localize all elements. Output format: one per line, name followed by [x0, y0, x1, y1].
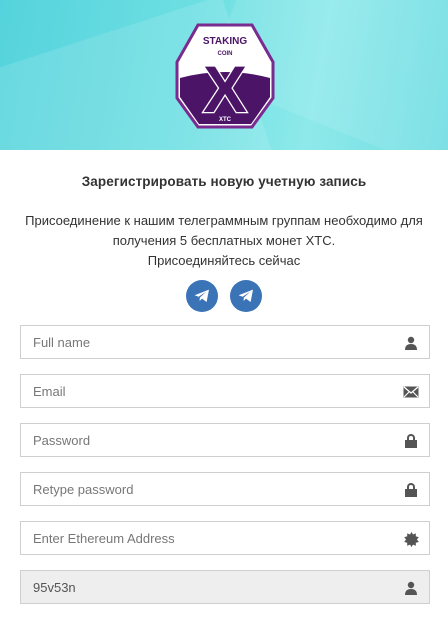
ethereum-address-field-wrapper — [20, 521, 430, 555]
logo-bottom-text: XTC — [219, 117, 232, 123]
user-icon — [403, 335, 419, 351]
staking-coin-logo: STAKING COIN X XTC — [175, 23, 275, 129]
referral-code-input — [21, 571, 429, 603]
email-field-wrapper — [20, 374, 430, 408]
telegram-icon — [194, 289, 209, 302]
referral-field-wrapper — [20, 570, 430, 604]
logo-top-text: STAKING — [203, 36, 247, 47]
telegram-icon — [238, 289, 253, 302]
register-section: Зарегистрировать новую учетную запись Пр… — [0, 174, 448, 312]
retype-password-field-wrapper — [20, 472, 430, 506]
fullname-input[interactable] — [21, 326, 429, 358]
fullname-field-wrapper — [20, 325, 430, 359]
email-input[interactable] — [21, 375, 429, 407]
certificate-icon — [403, 531, 419, 547]
password-field-wrapper — [20, 423, 430, 457]
retype-password-input[interactable] — [21, 473, 429, 505]
logo-big-letter: X — [203, 52, 247, 126]
user-icon — [403, 580, 419, 596]
password-input[interactable] — [21, 424, 429, 456]
registration-form — [20, 325, 430, 619]
telegram-button-2[interactable] — [230, 280, 262, 312]
ethereum-address-input[interactable] — [21, 522, 429, 554]
telegram-buttons — [0, 280, 448, 312]
lock-icon — [403, 482, 419, 498]
envelope-icon — [403, 384, 419, 400]
header-banner: STAKING COIN X XTC — [0, 0, 448, 150]
telegram-button-1[interactable] — [186, 280, 218, 312]
lock-icon — [403, 433, 419, 449]
telegram-info-text: Присоединение к нашим телеграммным групп… — [0, 211, 448, 271]
info-line-3: Присоединяйтесь сейчас — [147, 253, 301, 268]
info-line-2: получения 5 бесплатных монет XTC. — [112, 233, 336, 248]
info-line-1: Присоединение к нашим телеграммным групп… — [25, 213, 423, 228]
page-title: Зарегистрировать новую учетную запись — [81, 174, 367, 189]
